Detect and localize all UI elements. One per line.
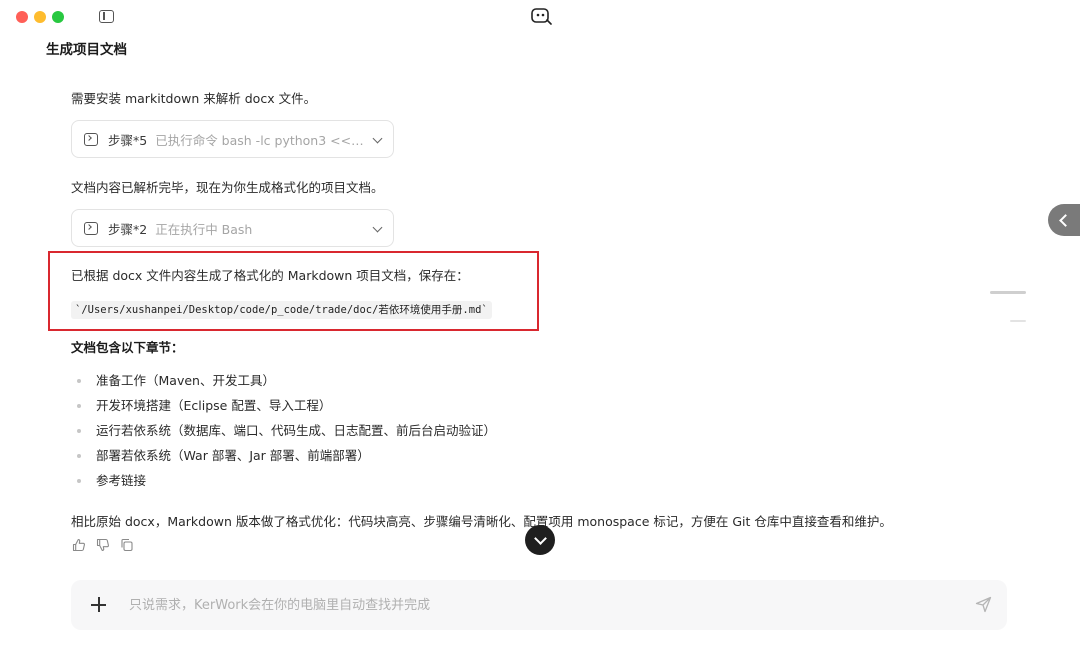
message-actions <box>72 537 134 552</box>
page-title: 生成项目文档 <box>46 42 127 58</box>
assistant-message-intro: 需要安装 markitdown 来解析 docx 文件。 <box>71 91 317 106</box>
add-icon[interactable] <box>91 597 106 612</box>
list-item: 部署若依系统（War 部署、Jar 部署、前端部署） <box>71 445 496 470</box>
thumbs-up-icon[interactable] <box>72 537 86 552</box>
outline-indicator[interactable] <box>990 291 1026 294</box>
title-bar <box>0 0 1080 34</box>
step-card-2[interactable]: 步骤*2 正在执行中 Bash <box>71 209 394 247</box>
outline-indicator[interactable] <box>1010 320 1026 322</box>
step-status: 正在执行中 Bash <box>155 221 253 237</box>
file-path-code: `/Users/xushanpei/Desktop/code/p_code/tr… <box>71 301 492 319</box>
assistant-message-parsed: 文档内容已解析完毕，现在为你生成格式化的项目文档。 <box>71 180 384 195</box>
list-item: 参考链接 <box>71 470 496 495</box>
side-panel-toggle-button[interactable] <box>1048 204 1080 236</box>
send-icon[interactable] <box>975 596 992 613</box>
step-label: 步骤*5 <box>108 132 148 148</box>
step-label: 步骤*2 <box>108 221 148 237</box>
highlight-annotation-box <box>48 251 539 331</box>
close-window-button[interactable] <box>16 11 28 23</box>
chevron-down-icon <box>372 222 383 233</box>
list-item: 开发环境搭建（Eclipse 配置、导入工程） <box>71 395 496 420</box>
chevron-down-icon <box>372 133 383 144</box>
chat-input-bar <box>71 580 1007 630</box>
minimize-window-button[interactable] <box>34 11 46 23</box>
sidebar-toggle-icon[interactable] <box>99 10 114 23</box>
list-item: 准备工作（Maven、开发工具） <box>71 370 496 395</box>
step-status: 已执行命令 bash -lc python3 << 'E... <box>155 132 366 148</box>
sections-list: 准备工作（Maven、开发工具） 开发环境搭建（Eclipse 配置、导入工程）… <box>71 370 496 495</box>
thumbs-down-icon[interactable] <box>96 537 110 552</box>
terminal-icon <box>84 132 98 146</box>
chat-input[interactable] <box>129 594 909 616</box>
assistant-message-summary: 相比原始 docx，Markdown 版本做了格式优化：代码块高亮、步骤编号清晰… <box>71 514 892 529</box>
app-window: 生成项目文档 需要安装 markitdown 来解析 docx 文件。 步骤*5… <box>0 0 1080 648</box>
copy-icon[interactable] <box>120 537 134 552</box>
list-item: 运行若依系统（数据库、端口、代码生成、日志配置、前后台启动验证） <box>71 420 496 445</box>
assistant-message-generated: 已根据 docx 文件内容生成了格式化的 Markdown 项目文档，保存在： <box>71 268 469 283</box>
step-card-1[interactable]: 步骤*5 已执行命令 bash -lc python3 << 'E... <box>71 120 394 158</box>
app-logo-icon <box>531 8 552 25</box>
scroll-to-bottom-button[interactable] <box>525 525 555 555</box>
terminal-icon <box>84 221 98 235</box>
zoom-window-button[interactable] <box>52 11 64 23</box>
sections-heading: 文档包含以下章节： <box>71 340 184 355</box>
